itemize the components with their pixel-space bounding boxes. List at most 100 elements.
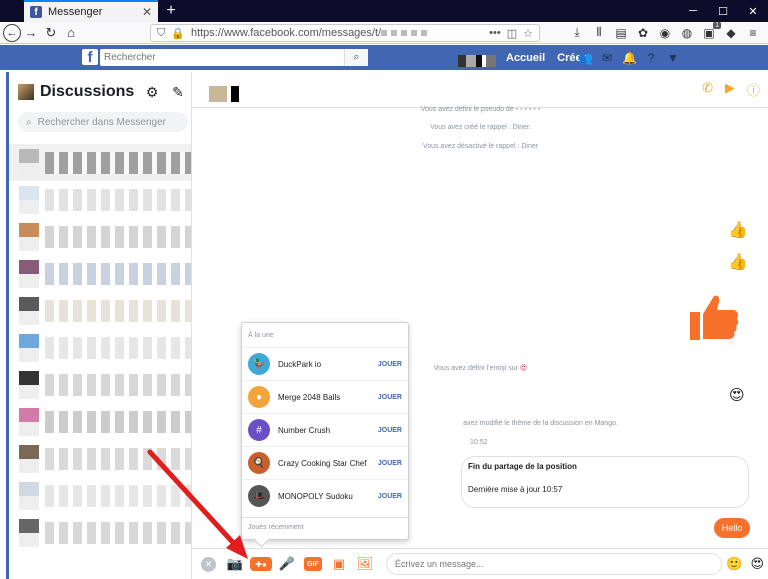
camera-icon[interactable]: 📷	[222, 551, 248, 577]
conversation-item[interactable]	[9, 329, 191, 366]
sidebar-icon[interactable]: ▤	[614, 26, 628, 40]
location-share-card[interactable]: Fin du partage de la position Dernière m…	[461, 456, 749, 508]
shield-icon: ⛉	[157, 26, 166, 39]
game-item[interactable]: 🍳 Crazy Cooking Star Chef JOUER	[242, 446, 408, 479]
account-menu-icon[interactable]: ▼	[666, 51, 680, 65]
games-icon[interactable]: ✚●	[250, 557, 272, 571]
conversation-item[interactable]	[9, 403, 191, 440]
sticker-icon[interactable]: ▣	[326, 551, 352, 577]
gif-button[interactable]: GIF	[304, 557, 322, 571]
messenger-icon[interactable]: ✉	[600, 51, 614, 65]
extension-icon[interactable]: ◉	[658, 26, 672, 40]
home-link[interactable]: Accueil	[506, 52, 545, 64]
browser-tab[interactable]: f Messenger ✕	[24, 0, 158, 22]
extension-icon[interactable]: ◆	[724, 26, 738, 40]
games-popup: À la une 🦆 DuckPark io JOUER ● Merge 2048 Ba…	[241, 322, 409, 540]
thumbs-up-icon: 👍	[728, 222, 748, 239]
messenger-search-placeholder: Rechercher dans Messenger	[37, 116, 167, 128]
conversation-item[interactable]	[9, 144, 191, 181]
play-button[interactable]: JOUER	[378, 427, 402, 434]
browser-nav-bar: ← → ↻ ⌂ ⛉ 🔒 https://www.facebook.com/mes…	[0, 21, 768, 44]
conversation-item[interactable]	[9, 477, 191, 514]
avatar	[19, 148, 39, 177]
bookmark-star-icon[interactable]: ☆	[523, 27, 533, 40]
discussions-header: Discussions ⚙ ✎	[18, 80, 188, 104]
conversation-preview-redacted	[45, 262, 191, 285]
conversation-preview-redacted	[45, 521, 191, 544]
conversation-item[interactable]	[9, 366, 191, 403]
messenger-search[interactable]: ⌕ Rechercher dans Messenger	[18, 112, 188, 132]
game-name: MONOPOLY Sudoku	[278, 491, 353, 501]
library-icon[interactable]: ⫴	[592, 25, 606, 40]
conversation-item[interactable]	[9, 292, 191, 329]
menu-icon[interactable]: ≡	[746, 26, 760, 40]
play-button[interactable]: JOUER	[378, 493, 402, 500]
minimize-button[interactable]: ─	[678, 0, 708, 22]
conversation-item[interactable]	[9, 440, 191, 477]
game-item[interactable]: 🎩 MONOPOLY Sudoku JOUER	[242, 479, 408, 512]
avatar	[19, 185, 39, 214]
new-message-icon[interactable]: ✎	[168, 84, 188, 101]
conversation-preview-redacted	[45, 151, 191, 174]
conversation-item[interactable]	[9, 181, 191, 218]
message-composer: ✕ 📷 ✚● 🎤 GIF ▣ 🖼 🙂 😍	[193, 548, 768, 579]
play-button[interactable]: JOUER	[378, 460, 402, 467]
conversation-preview-redacted	[45, 484, 191, 507]
contact-avatar[interactable]	[209, 86, 241, 102]
maximize-button[interactable]: ☐	[708, 0, 738, 22]
avatar	[19, 296, 39, 325]
friends-icon[interactable]: 👥	[578, 51, 593, 65]
video-call-icon[interactable]: ▶	[725, 80, 735, 99]
sent-message-bubble[interactable]: Hello	[714, 518, 750, 538]
extension-icon[interactable]: ◍	[680, 26, 694, 40]
avatar[interactable]	[18, 84, 34, 100]
facebook-top-bar: f ⌕ Accueil Créer 👥 ✉ 🔔 ? ▼	[0, 45, 768, 70]
heart-eyes-emoji-icon[interactable]: 😍	[750, 556, 764, 572]
back-button[interactable]: ←	[3, 23, 21, 42]
home-button[interactable]: ⌂	[61, 23, 81, 43]
tab-close-icon[interactable]: ✕	[142, 5, 152, 19]
game-icon: #	[248, 419, 270, 441]
facebook-favicon-icon: f	[30, 6, 42, 18]
conversation-preview-redacted	[45, 225, 191, 248]
microphone-icon[interactable]: 🎤	[274, 551, 300, 577]
game-item[interactable]: ● Merge 2048 Balls JOUER	[242, 380, 408, 413]
photo-icon[interactable]: 🖼	[352, 551, 378, 577]
notifications-icon[interactable]: 🔔	[622, 51, 637, 65]
forward-button[interactable]: →	[21, 23, 41, 43]
new-tab-button[interactable]: +	[160, 0, 182, 22]
close-window-button[interactable]: ✕	[738, 0, 768, 22]
facebook-search-input[interactable]	[100, 49, 368, 66]
message-input[interactable]	[386, 553, 723, 575]
game-item[interactable]: # Number Crush JOUER	[242, 413, 408, 446]
browser-tab-bar: f Messenger ✕ + ─ ☐ ✕	[0, 0, 768, 22]
conversation-preview-redacted	[45, 188, 191, 211]
download-icon[interactable]: ⤓	[570, 25, 584, 40]
heart-eyes-emoji-icon: 😍	[729, 387, 745, 404]
game-name: Crazy Cooking Star Chef	[278, 458, 367, 468]
location-title: Fin du partage de la position	[468, 462, 577, 471]
conversation-item[interactable]	[9, 514, 191, 551]
profile-avatar[interactable]	[458, 55, 496, 67]
pocket-icon[interactable]: ◫	[507, 27, 517, 40]
phone-call-icon[interactable]: ✆	[702, 80, 713, 99]
settings-gear-icon[interactable]: ⚙	[142, 84, 162, 101]
conversation-item[interactable]	[9, 255, 191, 292]
info-icon[interactable]: ⓘ	[747, 80, 760, 99]
facebook-logo-icon[interactable]: f	[82, 49, 98, 65]
help-icon[interactable]: ?	[644, 51, 658, 65]
close-icon[interactable]: ✕	[201, 556, 216, 572]
search-icon[interactable]: ⌕	[344, 49, 368, 66]
extension-icon[interactable]: ✿	[636, 26, 650, 40]
reload-button[interactable]: ↻	[41, 23, 61, 43]
play-button[interactable]: JOUER	[378, 361, 402, 368]
play-button[interactable]: JOUER	[378, 394, 402, 401]
conversation-item[interactable]	[9, 218, 191, 255]
featured-section-label: À la une	[248, 332, 274, 339]
extension-badge-icon[interactable]: ▣	[702, 21, 722, 40]
thumbs-up-icon: 👍	[728, 254, 748, 271]
more-icon[interactable]: •••	[489, 27, 501, 39]
emoji-picker-icon[interactable]: 🙂	[726, 556, 742, 572]
game-item[interactable]: 🦆 DuckPark io JOUER	[242, 347, 408, 380]
url-bar[interactable]: ⛉ 🔒 https://www.facebook.com/messages/t/…	[150, 24, 540, 42]
